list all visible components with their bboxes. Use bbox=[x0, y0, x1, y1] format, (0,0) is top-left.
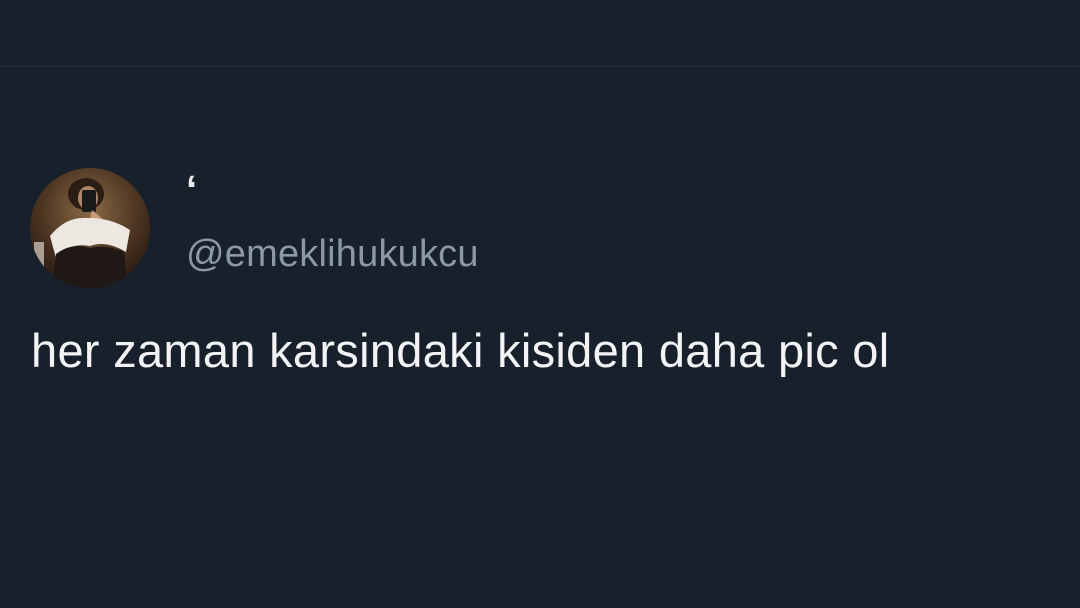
user-handle[interactable]: @emeklihukukcu bbox=[186, 230, 479, 278]
display-name[interactable]: ‘ bbox=[186, 166, 197, 214]
tweet-card[interactable]: ‘ @emeklihukukcu her zaman karsindaki ki… bbox=[0, 0, 1080, 608]
tweet-text: her zaman karsindaki kisiden daha pic ol bbox=[31, 324, 890, 377]
profile-photo-icon bbox=[30, 168, 150, 288]
avatar[interactable] bbox=[30, 168, 150, 288]
